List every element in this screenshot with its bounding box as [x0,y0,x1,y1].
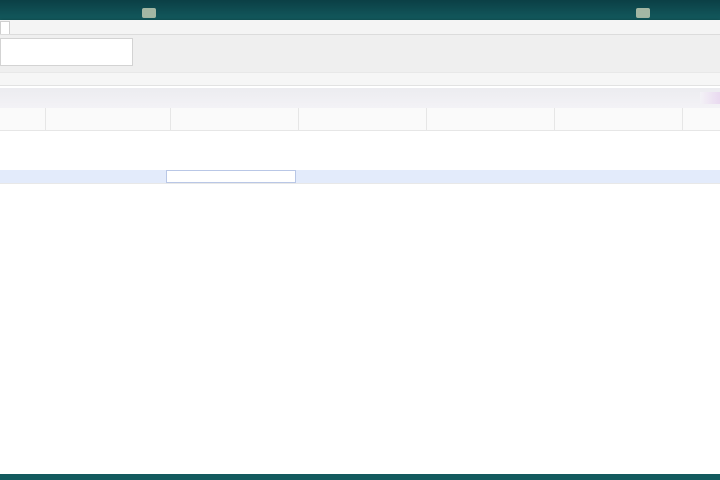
taskbar [0,474,720,480]
column-header[interactable] [554,108,682,130]
table-cell[interactable] [166,157,298,170]
table-cell[interactable] [554,157,682,170]
toolbar-area [0,35,720,86]
column-header[interactable] [170,108,298,130]
app-window [0,20,720,474]
table-cell[interactable] [426,170,554,183]
cell-editor-input[interactable] [166,170,296,183]
table-cell[interactable] [426,157,554,170]
column-header[interactable] [0,108,45,130]
filter-bar[interactable] [0,88,720,108]
info-panel [0,38,133,66]
table-row-selected[interactable] [0,170,720,184]
grid-header [0,108,720,131]
column-header[interactable] [682,108,720,130]
table-row[interactable] [0,157,720,171]
table-cell[interactable] [298,170,426,183]
column-header[interactable] [426,108,554,130]
window-titlebar [0,20,720,35]
table-cell[interactable] [554,170,682,183]
document-tab[interactable] [0,21,10,34]
table-cell[interactable] [298,157,426,170]
desktop-shortcut-icon[interactable] [142,8,156,18]
desktop-wallpaper [0,0,720,20]
column-header[interactable] [298,108,426,130]
desktop-shortcut-icon[interactable] [636,8,650,18]
toolbar-strip [0,72,720,85]
column-header[interactable] [45,108,170,130]
filter-bar-end [700,92,720,104]
